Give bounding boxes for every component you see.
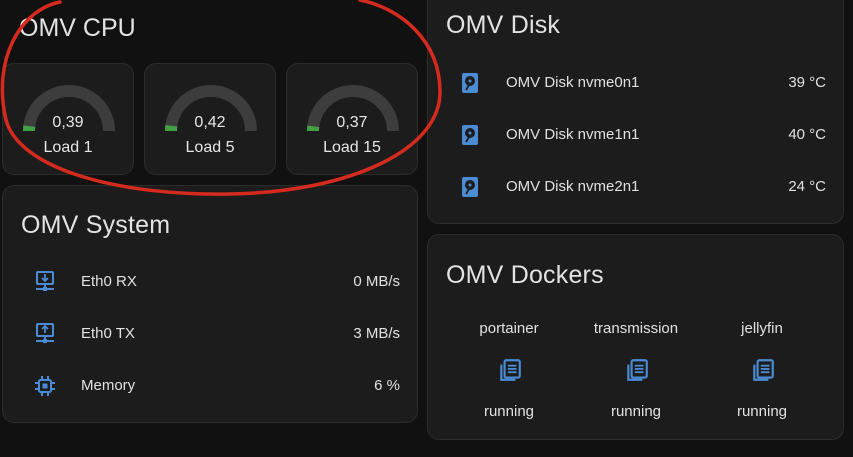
gauge-load-15[interactable]: 0,37 Load 15 — [286, 63, 418, 175]
memory-chip-icon — [35, 376, 55, 396]
disk-row-nvme2n1[interactable]: OMV Disk nvme2n1 24 °C — [428, 167, 843, 207]
gauge-label: Load 1 — [43, 139, 93, 156]
gauge-value: 0,39 — [52, 114, 84, 131]
docker-portainer[interactable]: portainer running — [449, 235, 569, 435]
container-list-icon — [753, 359, 774, 381]
harddisk-icon — [462, 73, 478, 93]
gauge-label: Load 15 — [323, 139, 381, 156]
docker-state: running — [736, 403, 788, 420]
system-row-eth0-rx[interactable]: Eth0 RX 0 MB/s — [3, 262, 417, 302]
gauge-value: 0,37 — [336, 114, 368, 131]
row-name: OMV Disk nvme1n1 — [506, 126, 640, 143]
system-row-eth0-tx[interactable]: Eth0 TX 3 MB/s — [3, 314, 417, 354]
docker-transmission[interactable]: transmission running — [576, 235, 696, 435]
gauge-load-1[interactable]: 0,39 Load 1 — [2, 63, 134, 175]
docker-name: portainer — [479, 320, 539, 337]
harddisk-icon — [462, 125, 478, 145]
gauge-label: Load 5 — [185, 139, 235, 156]
gauge-value: 0,42 — [194, 114, 226, 131]
row-value: 39 °C — [788, 74, 826, 91]
dashboard: OMV CPU 0,39 Load 1 0,42 Load 5 0,37 Loa — [0, 0, 853, 457]
cpu-title: OMV CPU — [19, 14, 136, 42]
disk-row-nvme1n1[interactable]: OMV Disk nvme1n1 40 °C — [428, 115, 843, 155]
network-download-icon — [36, 271, 54, 291]
container-list-icon — [500, 359, 521, 381]
system-title: OMV System — [21, 211, 171, 239]
dockers-card: OMV Dockers portainer running transmissi… — [427, 234, 844, 440]
system-card: OMV System Eth0 RX 0 MB/s Eth0 TX 3 MB/s — [2, 185, 418, 423]
row-value: 0 MB/s — [353, 273, 400, 290]
system-row-memory[interactable]: Memory 6 % — [3, 366, 417, 406]
row-name: Eth0 TX — [81, 325, 135, 342]
docker-state: running — [610, 403, 662, 420]
harddisk-icon — [462, 177, 478, 197]
docker-jellyfin[interactable]: jellyfin running — [702, 235, 822, 435]
container-list-icon — [627, 359, 648, 381]
row-name: Eth0 RX — [81, 273, 137, 290]
row-value: 3 MB/s — [353, 325, 400, 342]
row-name: OMV Disk nvme0n1 — [506, 74, 640, 91]
gauge-load-5[interactable]: 0,42 Load 5 — [144, 63, 276, 175]
row-name: Memory — [81, 377, 136, 394]
row-value: 24 °C — [788, 178, 826, 195]
row-value: 6 % — [374, 377, 400, 394]
row-value: 40 °C — [788, 126, 826, 143]
disk-row-nvme0n1[interactable]: OMV Disk nvme0n1 39 °C — [428, 63, 843, 103]
docker-name: jellyfin — [741, 320, 783, 337]
row-name: OMV Disk nvme2n1 — [506, 178, 640, 195]
docker-name: transmission — [593, 320, 679, 337]
docker-state: running — [483, 403, 535, 420]
disk-card: OMV Disk OMV Disk nvme0n1 39 °C OMV Disk… — [427, 0, 844, 224]
network-upload-icon — [36, 323, 54, 343]
disk-title: OMV Disk — [446, 11, 561, 39]
